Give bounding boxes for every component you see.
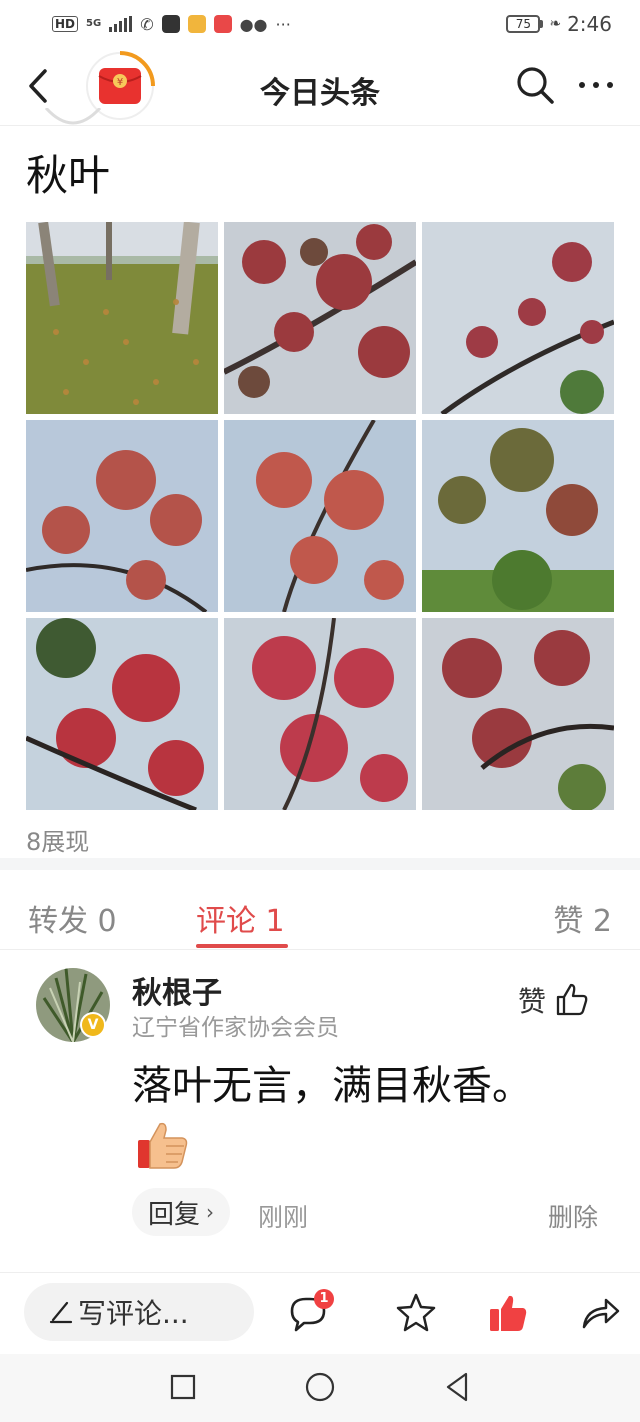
comment-text: 落叶无言，满目秋香。 (132, 1063, 532, 1109)
red-leaves-photo (224, 420, 416, 612)
pen-icon (49, 1301, 73, 1324)
share-icon[interactable] (578, 1291, 622, 1335)
park-photo (26, 222, 218, 414)
section-divider (0, 858, 640, 870)
view-count: 8展现 (26, 828, 90, 856)
red-leaves-photo (26, 420, 218, 612)
app-notification-icon (161, 15, 180, 33)
comment-like-button[interactable]: 赞 (518, 980, 590, 1020)
status-right: 75 ❧ 2:46 (506, 12, 612, 36)
commenter-name[interactable]: 秋根子 (132, 968, 222, 1012)
photo-2[interactable] (224, 222, 416, 414)
photo-7[interactable] (26, 618, 218, 810)
network-type: 5G (86, 18, 102, 29)
active-tab-indicator (196, 944, 288, 948)
comment-count-badge: 1 (314, 1289, 334, 1309)
more-icon[interactable] (574, 70, 618, 100)
photo-9[interactable] (422, 618, 614, 810)
photo-3[interactable] (422, 222, 614, 414)
search-icon[interactable] (514, 64, 556, 106)
article-page: HD 5G ✆ ●● ··· 75 ❧ 2:46 ¥ 今日头条 秋叶 8展现 转… (0, 0, 640, 1422)
missed-call-icon: ✆ (140, 14, 154, 34)
app-notification-icon (213, 15, 232, 33)
red-leaves-photo (224, 618, 416, 810)
signal-icon (109, 16, 133, 32)
comment-time: 刚刚 (258, 1203, 309, 1232)
thumbs-up-emoji-icon (138, 1122, 188, 1169)
status-bar: HD 5G ✆ ●● ··· 75 ❧ 2:46 (0, 0, 640, 48)
more-notifications-icon: ··· (275, 14, 291, 34)
comment-item: V 秋根子 辽宁省作家协会会员 赞 落叶无言，满目秋香。 回复 › 刚刚 删除 (0, 950, 640, 1272)
status-left: HD 5G ✆ ●● ··· (52, 15, 291, 34)
like-icon[interactable] (486, 1291, 530, 1335)
hd-indicator: HD (52, 16, 79, 32)
verified-badge-icon: V (80, 1012, 106, 1038)
app-notification-icon (187, 15, 206, 33)
reply-label: 回复 (148, 1199, 201, 1230)
green-red-leaves-photo (422, 420, 614, 612)
home-icon[interactable] (303, 1370, 337, 1404)
delete-button[interactable]: 删除 (548, 1198, 598, 1234)
photo-1[interactable] (26, 222, 218, 414)
red-leaves-photo (26, 618, 218, 810)
comment-like-label: 赞 (518, 985, 547, 1018)
author-avatar-partial (44, 108, 102, 125)
write-comment-input[interactable]: 写评论... (24, 1283, 254, 1341)
back-icon[interactable] (440, 1370, 474, 1404)
photo-grid (26, 222, 614, 810)
red-leaves-photo (224, 222, 416, 414)
chevron-right-icon: › (206, 1200, 215, 1224)
battery-level: 75 (506, 15, 541, 33)
system-nav-bar (0, 1354, 640, 1422)
star-icon[interactable] (394, 1291, 438, 1335)
red-leaves-photo (422, 618, 614, 810)
clock: 2:46 (567, 12, 612, 36)
branches-photo (422, 222, 614, 414)
photo-4[interactable] (26, 420, 218, 612)
thumbs-up-icon (556, 983, 588, 1016)
interaction-tabs: 转发 0 评论 1 赞 2 (0, 870, 640, 950)
write-comment-placeholder: 写评论... (78, 1297, 189, 1330)
photo-8[interactable] (224, 618, 416, 810)
bottom-action-bar: 写评论... 1 (0, 1272, 640, 1354)
wechat-icon: ●● (239, 14, 268, 34)
photo-6[interactable] (422, 420, 614, 612)
leaf-icon: ❧ (549, 16, 562, 32)
reply-button[interactable]: 回复 › (132, 1188, 231, 1236)
tab-forward[interactable]: 转发 0 (28, 896, 117, 940)
post-title: 秋叶 (26, 151, 111, 200)
recent-apps-icon[interactable] (166, 1370, 200, 1404)
tab-comments[interactable]: 评论 1 (196, 896, 285, 940)
battery-icon: 75 (506, 15, 544, 33)
tab-likes[interactable]: 赞 2 (553, 896, 612, 940)
commenter-title: 辽宁省作家协会会员 (132, 1015, 339, 1041)
photo-5[interactable] (224, 420, 416, 612)
